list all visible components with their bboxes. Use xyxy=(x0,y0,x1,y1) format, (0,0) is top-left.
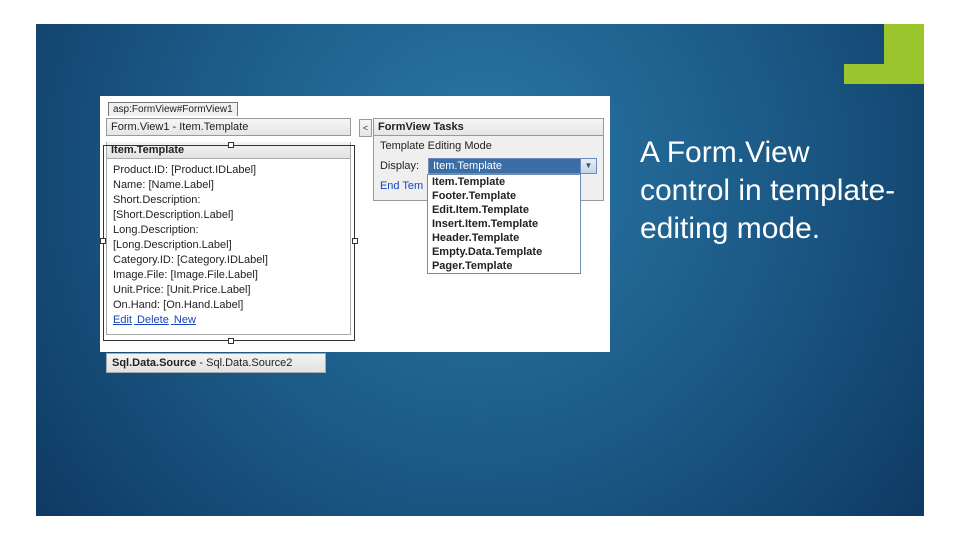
task-mode: Template Editing Mode xyxy=(380,140,597,152)
display-label: Display: xyxy=(380,160,428,172)
template-dropdown[interactable]: Item.Template Footer.Template Edit.Item.… xyxy=(427,174,581,274)
field-line: Image.File: [Image.File.Label] xyxy=(113,268,344,283)
datasource-value: Sql.Data.Source2 xyxy=(206,357,292,369)
dropdown-option[interactable]: Insert.Item.Template xyxy=(428,217,580,231)
task-header: FormView Tasks xyxy=(373,118,604,136)
smart-tag-chevron-icon[interactable]: < xyxy=(359,119,372,137)
delete-link[interactable]: Delete xyxy=(137,314,169,326)
control-tag: asp:FormView#FormView1 xyxy=(108,102,238,116)
resize-handle[interactable] xyxy=(352,238,358,244)
display-row: Display: Item.Template ▼ xyxy=(380,158,597,174)
field-line: Unit.Price: [Unit.Price.Label] xyxy=(113,283,344,298)
template-combobox[interactable]: Item.Template ▼ xyxy=(428,158,597,174)
designer-screenshot: asp:FormView#FormView1 Form.View1 - Item… xyxy=(100,96,610,352)
accent-decoration xyxy=(884,24,924,84)
field-line: [Long.Description.Label] xyxy=(113,238,344,253)
slide-caption: A Form.View control in template-editing … xyxy=(640,134,902,248)
field-line: Product.ID: [Product.IDLabel] xyxy=(113,163,344,178)
task-body: Template Editing Mode Display: Item.Temp… xyxy=(373,136,604,201)
resize-handle[interactable] xyxy=(100,238,106,244)
dropdown-option[interactable]: Footer.Template xyxy=(428,189,580,203)
dropdown-option[interactable]: Header.Template xyxy=(428,231,580,245)
resize-handle[interactable] xyxy=(228,142,234,148)
dropdown-option[interactable]: Empty.Data.Template xyxy=(428,245,580,259)
dropdown-option[interactable]: Edit.Item.Template xyxy=(428,203,580,217)
datasource-label: Sql.Data.Source xyxy=(112,357,196,369)
dropdown-option[interactable]: Pager.Template xyxy=(428,259,580,273)
designer-panel: Form.View1 - Item.Template Item.Template… xyxy=(106,118,351,373)
template-selected: Item.Template xyxy=(429,159,580,173)
smart-task-panel: < FormView Tasks Template Editing Mode D… xyxy=(373,118,604,373)
datasource-bar[interactable]: Sql.Data.Source - Sql.Data.Source2 xyxy=(106,353,326,373)
edit-link[interactable]: Edit xyxy=(113,314,132,326)
new-link[interactable]: New xyxy=(174,314,196,326)
field-line: On.Hand: [On.Hand.Label] xyxy=(113,298,344,313)
field-line: Category.ID: [Category.IDLabel] xyxy=(113,253,344,268)
field-line: Short.Description: xyxy=(113,193,344,208)
designer-title: Form.View1 - Item.Template xyxy=(106,118,351,136)
dropdown-option[interactable]: Item.Template xyxy=(428,175,580,189)
field-line: [Short.Description.Label] xyxy=(113,208,344,223)
field-line: Name: [Name.Label] xyxy=(113,178,344,193)
resize-handle[interactable] xyxy=(228,338,234,344)
action-links: Edit Delete New xyxy=(113,313,344,328)
slide-background: asp:FormView#FormView1 Form.View1 - Item… xyxy=(36,24,924,516)
chevron-down-icon[interactable]: ▼ xyxy=(580,159,596,173)
template-content[interactable]: Product.ID: [Product.IDLabel] Name: [Nam… xyxy=(106,159,351,335)
field-line: Long.Description: xyxy=(113,223,344,238)
